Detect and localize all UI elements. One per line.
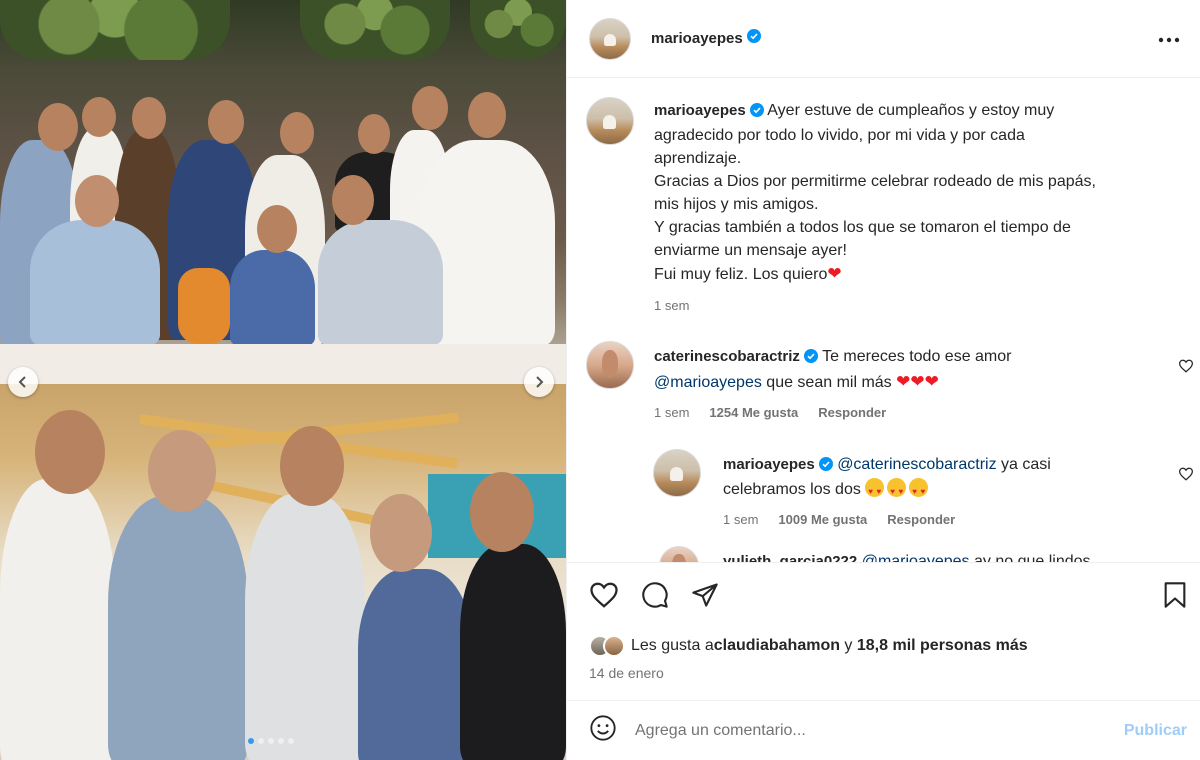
caption-line: Gracias a Dios por permitirme celebrar r… bbox=[654, 173, 1096, 190]
caption-line: mis hijos y mis amigos. bbox=[654, 196, 819, 213]
likes-user[interactable]: claudiabahamon bbox=[714, 637, 840, 655]
comment-text: ay no que lindos bbox=[969, 553, 1091, 562]
family-photo bbox=[0, 384, 566, 760]
caption-line: Fui muy feliz. Los quiero bbox=[654, 266, 828, 283]
carousel-indicator bbox=[248, 738, 294, 744]
post-panel: marioayepes marioayepes Ayer estuve de c… bbox=[566, 0, 1200, 760]
group-photo bbox=[0, 0, 566, 384]
verified-badge-icon bbox=[746, 29, 761, 48]
post-caption: marioayepes Ayer estuve de cumpleaños y … bbox=[586, 97, 1174, 313]
post-actions: Les gusta a claudiabahamon y 18,8 mil pe… bbox=[567, 562, 1200, 700]
bookmark-icon[interactable] bbox=[1163, 581, 1187, 614]
red-heart-emoji: ❤ bbox=[924, 372, 939, 391]
author-username[interactable]: marioayepes bbox=[651, 30, 743, 47]
comment-likes[interactable]: 1009 Me gusta bbox=[778, 512, 867, 527]
reply-button[interactable]: Responder bbox=[887, 512, 955, 527]
heart-eyes-emoji bbox=[865, 478, 885, 503]
like-comment-heart-icon[interactable] bbox=[1178, 467, 1194, 486]
verified-badge-icon bbox=[803, 347, 818, 370]
caption-line: aprendizaje. bbox=[654, 150, 742, 167]
comments-list[interactable]: marioayepes Ayer estuve de cumpleaños y … bbox=[567, 79, 1200, 562]
emoji-icon[interactable] bbox=[589, 714, 617, 747]
likes-prefix: Les gusta a bbox=[631, 637, 714, 654]
verified-badge-icon bbox=[818, 455, 833, 478]
likes-count[interactable]: 18,8 mil personas más bbox=[857, 637, 1028, 655]
avatar[interactable] bbox=[659, 546, 699, 562]
chevron-left-icon bbox=[18, 376, 26, 388]
caption-line: Y gracias también a todos los que se tom… bbox=[654, 219, 1071, 236]
likes-summary[interactable]: Les gusta a claudiabahamon y 18,8 mil pe… bbox=[589, 635, 1028, 657]
comment-icon[interactable] bbox=[641, 581, 669, 614]
mention-link[interactable]: @marioayepes bbox=[862, 553, 970, 562]
post-date[interactable]: 14 de enero bbox=[589, 665, 664, 681]
red-heart-emoji: ❤ bbox=[896, 372, 911, 391]
comment-username[interactable]: marioayepes bbox=[723, 456, 815, 473]
heart-icon[interactable] bbox=[589, 581, 619, 614]
avatar[interactable] bbox=[653, 449, 701, 497]
reply-button[interactable]: Responder bbox=[818, 405, 886, 420]
likes-middle: y bbox=[839, 637, 857, 654]
red-heart-emoji: ❤ bbox=[910, 372, 925, 391]
comment-reply-item: marioayepes @caterinescobaractriz ya cas… bbox=[653, 449, 1194, 527]
comment-text: ya casi bbox=[996, 456, 1051, 473]
heart-eyes-emoji bbox=[887, 478, 907, 503]
caption-time[interactable]: 1 sem bbox=[654, 298, 689, 313]
caption-line: enviarme un mensaje ayer! bbox=[654, 242, 847, 259]
mention-link[interactable]: @marioayepes bbox=[654, 374, 762, 391]
caption-line: agradecido por todo lo vivido, por mi vi… bbox=[654, 127, 1025, 144]
comment-username[interactable]: caterinescobaractriz bbox=[654, 348, 800, 365]
add-comment-bar: Publicar bbox=[567, 700, 1200, 760]
heart-eyes-emoji bbox=[909, 478, 929, 503]
caption-line: Ayer estuve de cumpleaños y estoy muy bbox=[767, 102, 1055, 119]
avatar[interactable] bbox=[589, 17, 631, 60]
avatar[interactable] bbox=[586, 341, 634, 389]
comment-text: celebramos los dos bbox=[723, 481, 861, 498]
like-comment-heart-icon[interactable] bbox=[1178, 359, 1194, 378]
comment-item: caterinescobaractriz Te mereces todo ese… bbox=[586, 341, 1194, 420]
caption-username[interactable]: marioayepes bbox=[654, 102, 746, 119]
carousel-next-button[interactable] bbox=[524, 367, 554, 397]
publish-button[interactable]: Publicar bbox=[1124, 722, 1187, 740]
avatar[interactable] bbox=[586, 97, 634, 145]
comment-username[interactable]: yulieth_garcia0222 bbox=[723, 553, 857, 562]
more-options-icon[interactable] bbox=[1158, 30, 1180, 48]
verified-badge-icon bbox=[749, 101, 764, 124]
carousel-prev-button[interactable] bbox=[8, 367, 38, 397]
avatar bbox=[603, 635, 625, 657]
comment-text: Te mereces todo ese amor bbox=[822, 348, 1012, 365]
chevron-right-icon bbox=[536, 376, 544, 388]
red-heart-emoji: ❤ bbox=[827, 264, 842, 283]
comment-item: yulieth_garcia0222 @marioayepes ay no qu… bbox=[659, 546, 1179, 562]
share-icon[interactable] bbox=[691, 581, 719, 614]
comment-time[interactable]: 1 sem bbox=[723, 512, 758, 527]
comment-text: que sean mil más bbox=[761, 374, 892, 391]
mention-link[interactable]: @caterinescobaractriz bbox=[837, 456, 996, 473]
comment-likes[interactable]: 1254 Me gusta bbox=[709, 405, 798, 420]
post-media[interactable] bbox=[0, 0, 566, 760]
comment-input[interactable] bbox=[635, 721, 1124, 740]
post-header: marioayepes bbox=[567, 0, 1200, 78]
comment-time[interactable]: 1 sem bbox=[654, 405, 689, 420]
